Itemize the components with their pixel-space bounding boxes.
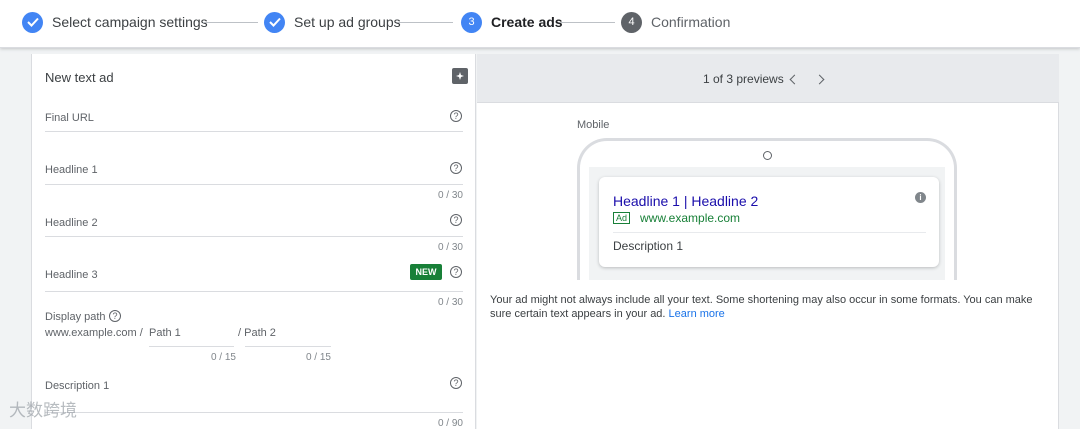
- preview-pager: 1 of 3 previews: [703, 72, 784, 86]
- ad-divider: [613, 232, 926, 233]
- help-icon[interactable]: ?: [109, 310, 121, 322]
- ad-preview-card: Headline 1 | Headline 2 i Ad www.example…: [599, 177, 939, 267]
- check-icon: [264, 11, 285, 33]
- step-connector: [203, 22, 258, 23]
- path1-input[interactable]: [149, 346, 234, 347]
- ad-form-panel: New text ad Final URL ? Headline 1 ? 0 /…: [31, 54, 476, 429]
- chevron-left-icon[interactable]: [789, 74, 800, 85]
- add-note-icon[interactable]: [452, 68, 468, 84]
- headline3-label: Headline 3: [45, 269, 98, 281]
- camera-icon: [763, 151, 772, 160]
- display-path-label: Display path: [45, 311, 106, 323]
- final-url-label: Final URL: [45, 112, 94, 124]
- check-icon: [22, 11, 43, 33]
- ad-headline: Headline 1 | Headline 2: [613, 193, 759, 209]
- stepper: Select campaign settings Set up ad group…: [0, 0, 1080, 48]
- chevron-right-icon[interactable]: [814, 74, 825, 85]
- step-label: Set up ad groups: [294, 14, 401, 30]
- headline1-input[interactable]: [45, 184, 463, 185]
- ad-display-url: www.example.com: [640, 211, 741, 225]
- headline2-input[interactable]: [45, 236, 463, 237]
- step-set-up-ad-groups[interactable]: Set up ad groups: [264, 11, 401, 33]
- step-number: 3: [461, 11, 482, 33]
- step-label: Create ads: [491, 14, 563, 30]
- preview-note-text: Your ad might not always include all you…: [490, 294, 1033, 320]
- help-icon[interactable]: ?: [450, 162, 462, 174]
- watermark-logo: 大数跨境: [9, 401, 77, 420]
- step-select-campaign-settings[interactable]: Select campaign settings: [22, 11, 208, 33]
- mobile-mockup: Headline 1 | Headline 2 i Ad www.example…: [577, 138, 957, 280]
- step-number: 4: [621, 11, 642, 33]
- path2-placeholder: / Path 2: [238, 327, 276, 339]
- headline1-counter: 0 / 30: [437, 190, 463, 201]
- description1-label: Description 1: [45, 380, 110, 392]
- step-connector: [398, 22, 453, 23]
- device-label: Mobile: [577, 119, 610, 131]
- ad-preview-panel: 1 of 3 previews Mobile Headline 1 | Head…: [477, 54, 1059, 429]
- description1-counter: 0 / 90: [437, 418, 463, 429]
- final-url-input[interactable]: [45, 131, 463, 132]
- headline2-label: Headline 2: [45, 217, 98, 229]
- step-connector: [560, 22, 615, 23]
- learn-more-link[interactable]: Learn more: [669, 308, 725, 320]
- headline1-label: Headline 1: [45, 164, 98, 176]
- mobile-screen: Headline 1 | Headline 2 i Ad www.example…: [589, 167, 945, 280]
- help-icon[interactable]: ?: [450, 214, 462, 226]
- path1-placeholder: Path 1: [149, 327, 181, 339]
- step-create-ads[interactable]: 3 Create ads: [461, 11, 563, 33]
- new-badge: NEW: [410, 264, 442, 280]
- display-path-base: www.example.com /: [45, 327, 143, 339]
- path2-input[interactable]: [245, 346, 331, 347]
- preview-toolbar: 1 of 3 previews: [477, 54, 1059, 103]
- step-confirmation[interactable]: 4 Confirmation: [621, 11, 730, 33]
- preview-note: Your ad might not always include all you…: [490, 293, 1050, 321]
- step-label: Select campaign settings: [52, 14, 208, 30]
- info-icon[interactable]: i: [915, 192, 926, 203]
- headline3-input[interactable]: [45, 291, 463, 292]
- step-label: Confirmation: [651, 14, 731, 30]
- form-title: New text ad: [45, 70, 114, 85]
- path2-counter: 0 / 15: [305, 352, 331, 363]
- help-icon[interactable]: ?: [450, 110, 462, 122]
- headline2-counter: 0 / 30: [437, 242, 463, 253]
- description1-input[interactable]: [45, 412, 463, 413]
- path1-counter: 0 / 15: [210, 352, 236, 363]
- help-icon[interactable]: ?: [450, 266, 462, 278]
- help-icon[interactable]: ?: [450, 377, 462, 389]
- headline3-counter: 0 / 30: [437, 297, 463, 308]
- ad-tag: Ad: [613, 212, 630, 224]
- ad-description: Description 1: [613, 239, 684, 253]
